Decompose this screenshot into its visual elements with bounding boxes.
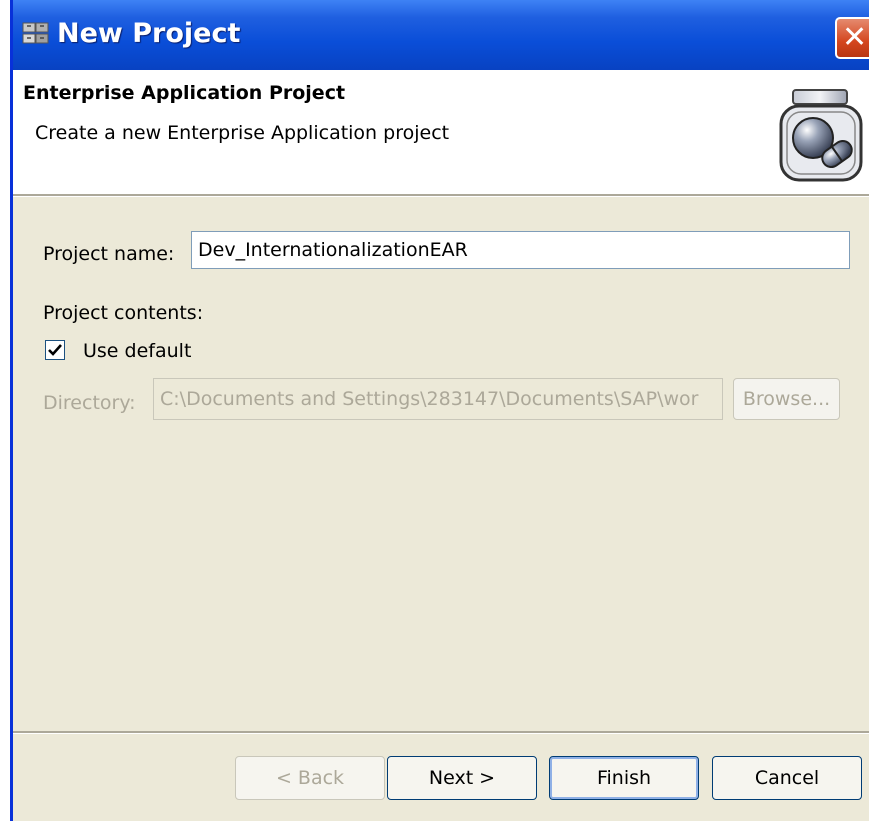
footer-separator xyxy=(13,731,869,734)
wizard-icon xyxy=(22,22,49,44)
window-title: New Project xyxy=(57,18,241,49)
close-icon: ✕ xyxy=(842,20,868,55)
browse-button: Browse... xyxy=(733,378,840,420)
project-name-label: Project name: xyxy=(43,243,175,265)
wizard-header: Enterprise Application Project Create a … xyxy=(13,70,869,194)
use-default-checkbox[interactable] xyxy=(45,340,65,360)
directory-field: C:\Documents and Settings\283147\Documen… xyxy=(153,378,723,420)
jar-icon xyxy=(779,89,863,182)
cancel-button[interactable]: Cancel xyxy=(712,756,862,800)
project-contents-label: Project contents: xyxy=(43,302,204,324)
finish-button[interactable]: Finish xyxy=(549,756,699,800)
header-separator xyxy=(13,194,869,197)
page-description: Create a new Enterprise Application proj… xyxy=(35,122,450,144)
page-title: Enterprise Application Project xyxy=(23,82,346,104)
project-name-input[interactable]: Dev_InternationalizationEAR xyxy=(191,231,850,269)
next-button[interactable]: Next > xyxy=(387,756,537,800)
checkmark-icon xyxy=(48,344,62,356)
title-bar[interactable]: New Project ✕ xyxy=(13,0,869,70)
close-button[interactable]: ✕ xyxy=(835,17,869,59)
back-button: < Back xyxy=(235,756,385,800)
use-default-label[interactable]: Use default xyxy=(83,340,191,362)
new-project-dialog: New Project ✕ Enterprise Application Pro… xyxy=(10,0,869,821)
directory-label: Directory: xyxy=(43,392,136,414)
